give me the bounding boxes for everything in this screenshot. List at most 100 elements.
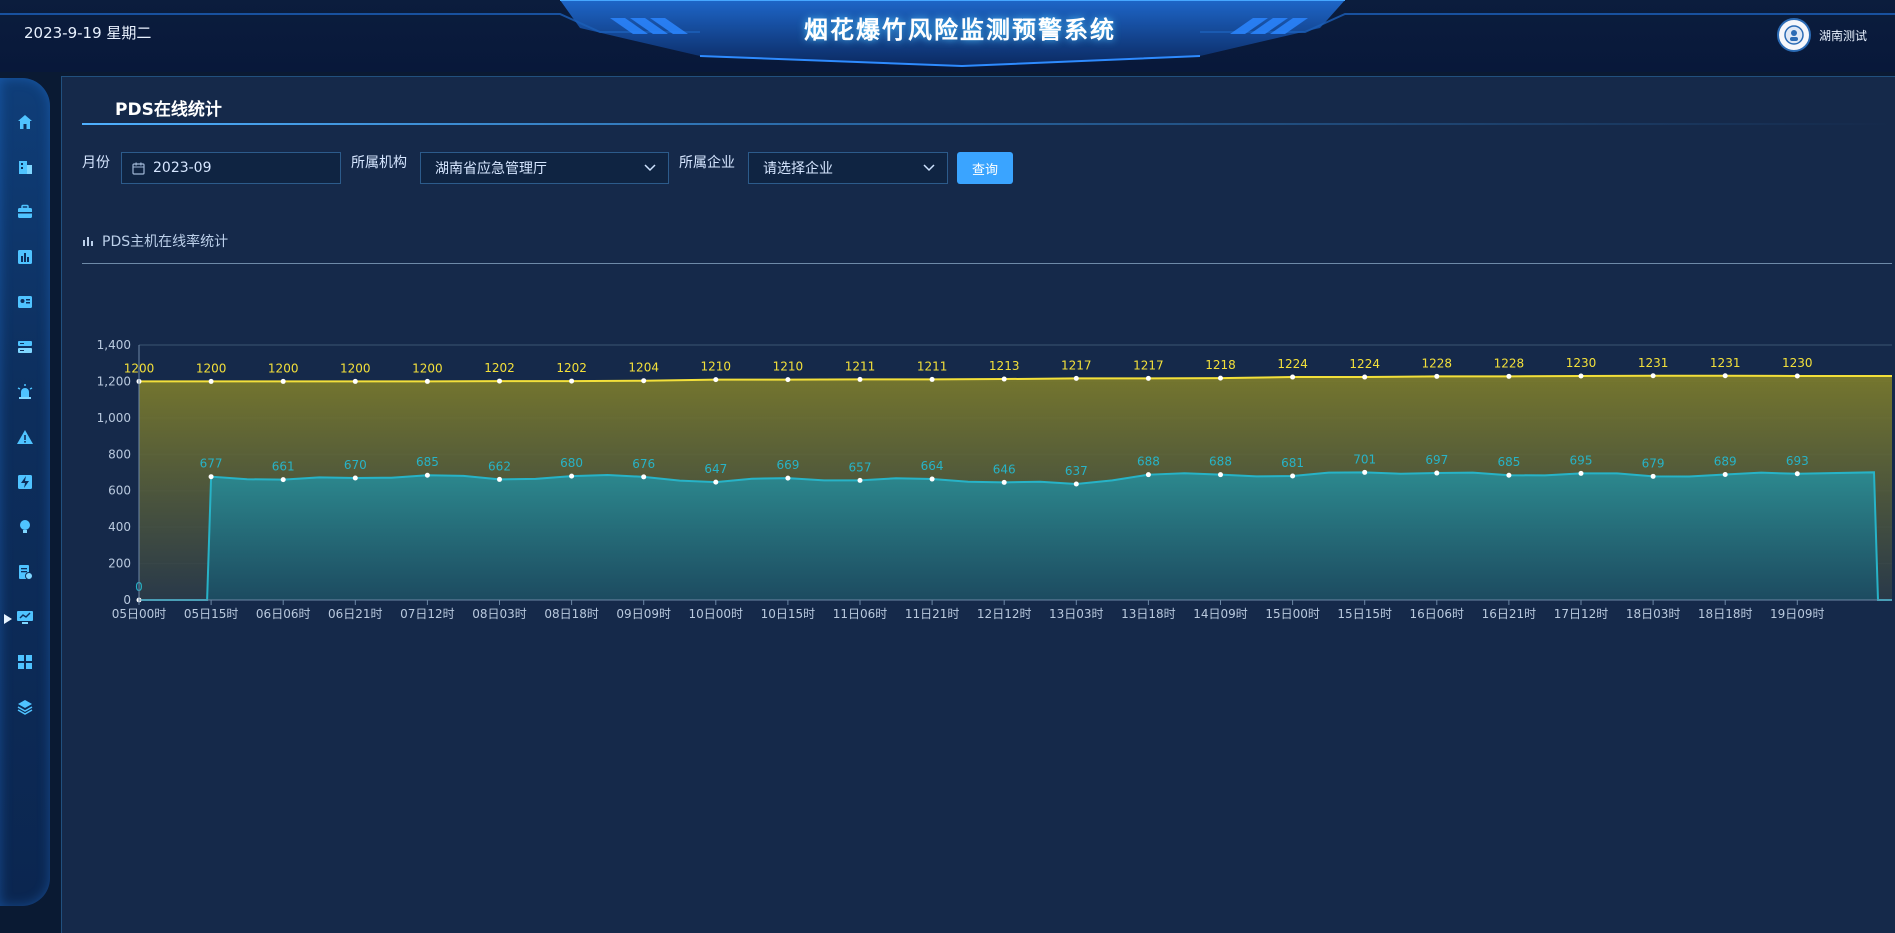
active-indicator-icon	[4, 609, 12, 624]
top-bar: 2023-9-19 星期二 烟花爆竹风险监测预警系统 湖南测试	[0, 0, 1895, 72]
user-menu[interactable]: 湖南测试	[1776, 18, 1867, 52]
y-tick-label: 400	[108, 520, 131, 534]
x-tick-label: 05日00时	[112, 607, 167, 621]
online-point	[929, 476, 935, 482]
x-tick-label: 06日21时	[328, 607, 383, 621]
online-data-label: 685	[416, 455, 439, 469]
lightning-icon[interactable]	[14, 472, 36, 492]
id-card-icon[interactable]	[14, 292, 36, 312]
online-data-label: 680	[560, 456, 583, 470]
total-data-label: 1231	[1638, 356, 1669, 370]
total-point	[857, 376, 863, 382]
month-label: 月份	[82, 155, 110, 171]
briefcase-icon[interactable]	[14, 202, 36, 222]
chart-areas	[139, 375, 1892, 600]
panel-title: PDS在线统计	[115, 100, 222, 120]
sidebar	[0, 78, 50, 906]
online-point	[1362, 469, 1368, 475]
chart-section-header: PDS主机在线率统计	[82, 231, 228, 251]
total-data-label: 1200	[196, 361, 227, 375]
online-point	[1794, 471, 1800, 477]
avatar[interactable]	[1776, 18, 1811, 52]
server-icon[interactable]	[14, 337, 36, 357]
org-select[interactable]: 湖南省应急管理厅	[420, 152, 669, 184]
month-picker[interactable]: 2023-09	[121, 152, 341, 184]
online-data-label: 693	[1786, 454, 1809, 468]
avatar-badge-icon	[1784, 25, 1804, 45]
online-point	[1290, 473, 1296, 479]
x-tick-label: 07日12时	[400, 607, 455, 621]
x-tick-label: 17日12时	[1554, 607, 1609, 621]
x-tick-label: 16日21时	[1482, 607, 1537, 621]
company-select-wrap: 请选择企业	[748, 152, 948, 184]
x-tick-label: 05日15时	[184, 607, 239, 621]
panel-title-underline	[82, 123, 1892, 125]
total-data-label: 1204	[628, 361, 659, 375]
building-icon[interactable]	[14, 157, 36, 177]
chart-y-axis: 0 200 400 600 800 1,000 1,200 1,400	[97, 338, 140, 607]
company-select[interactable]: 请选择企业	[748, 152, 948, 184]
total-data-label: 1224	[1349, 357, 1380, 371]
total-data-label: 1210	[773, 360, 804, 374]
y-tick-label: 600	[108, 484, 131, 498]
total-point	[1145, 375, 1151, 381]
total-data-label: 1224	[1277, 357, 1308, 371]
month-value: 2023-09	[153, 160, 212, 176]
y-tick-label: 800	[108, 447, 131, 461]
online-data-label: 679	[1642, 456, 1665, 470]
total-data-label: 1231	[1710, 356, 1741, 370]
user-name: 湖南测试	[1818, 28, 1867, 43]
online-data-label: 637	[1065, 464, 1088, 478]
online-data-label: 697	[1425, 453, 1448, 467]
online-data-label: 669	[776, 458, 799, 472]
online-data-label: 662	[488, 459, 511, 473]
report-settings-icon[interactable]	[14, 562, 36, 582]
current-date: 2023-9-19 星期二	[24, 24, 152, 42]
total-data-label: 1200	[340, 361, 371, 375]
online-data-label: 695	[1570, 453, 1593, 467]
online-data-label: 701	[1353, 452, 1376, 466]
warning-icon[interactable]	[14, 427, 36, 447]
total-point	[713, 377, 719, 383]
y-tick-label: 1,200	[97, 374, 131, 388]
total-data-label: 1218	[1205, 358, 1236, 372]
online-point	[1218, 472, 1223, 478]
org-value: 湖南省应急管理厅	[435, 161, 547, 177]
total-point	[1218, 375, 1223, 381]
total-data-label: 1202	[484, 361, 515, 375]
online-point	[713, 479, 719, 485]
grid-icon[interactable]	[14, 652, 36, 672]
total-data-label: 1230	[1566, 356, 1597, 370]
total-data-label: 1210	[701, 360, 732, 374]
company-filter: 所属企业	[679, 152, 735, 172]
layers-icon[interactable]	[14, 697, 36, 717]
total-point	[569, 378, 575, 384]
chevron-down-icon	[644, 164, 656, 172]
total-data-label: 1213	[989, 359, 1020, 373]
online-data-label: 676	[632, 457, 655, 471]
bulb-icon[interactable]	[14, 517, 36, 537]
online-point	[1578, 470, 1584, 476]
online-data-label: 647	[704, 462, 727, 476]
online-data-label: 689	[1714, 455, 1737, 469]
org-label: 所属机构	[351, 155, 407, 171]
online-point	[1722, 472, 1728, 478]
x-tick-label: 10日00时	[689, 607, 744, 621]
online-point	[497, 476, 502, 482]
total-data-label: 1228	[1494, 356, 1525, 370]
total-point	[785, 377, 791, 383]
total-point	[352, 378, 358, 384]
monitor-icon[interactable]	[14, 607, 36, 627]
online-point	[208, 474, 214, 480]
total-point	[497, 378, 502, 384]
main-panel: PDS在线统计 月份 2023-09 所属机构 湖南省应急管理厅 所属企业 请选…	[61, 76, 1895, 933]
x-tick-label: 18日18时	[1698, 607, 1753, 621]
bar-chart-icon[interactable]	[14, 247, 36, 267]
home-icon[interactable]	[14, 112, 36, 132]
query-button[interactable]: 查询	[957, 152, 1013, 184]
total-point	[1578, 373, 1584, 379]
x-tick-label: 09日09时	[616, 607, 671, 621]
alarm-icon[interactable]	[14, 382, 36, 402]
y-tick-label: 1,400	[97, 338, 131, 352]
x-tick-label: 16日06时	[1410, 607, 1465, 621]
